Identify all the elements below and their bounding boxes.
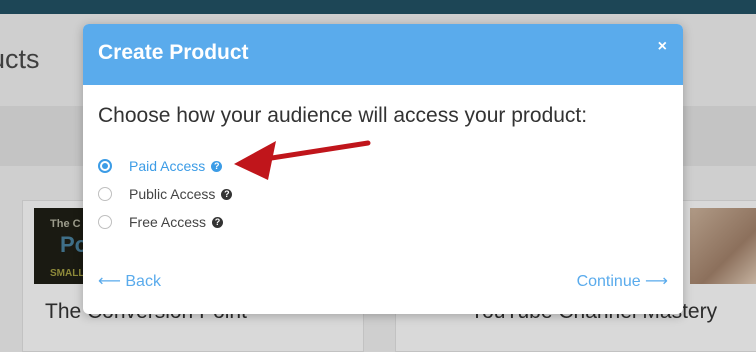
radio-public-access[interactable] <box>98 187 112 201</box>
thumbnail-text: SMALL <box>50 268 85 279</box>
top-nav-bar <box>0 0 756 14</box>
option-paid-access[interactable]: Paid Access ? <box>98 156 223 176</box>
help-icon[interactable]: ? <box>212 216 224 228</box>
modal-header: Create Product × <box>83 24 683 85</box>
radio-paid-access[interactable] <box>98 159 112 173</box>
modal-title: Create Product <box>98 41 249 64</box>
create-product-modal: Create Product × Choose how your audienc… <box>83 24 683 314</box>
help-icon[interactable]: ? <box>221 188 233 200</box>
option-public-access[interactable]: Public Access ? <box>98 184 233 204</box>
option-label[interactable]: Free Access <box>129 214 206 230</box>
continue-button[interactable]: Continue ⟶ <box>577 271 668 291</box>
close-icon[interactable]: × <box>658 38 667 56</box>
option-label[interactable]: Public Access <box>129 186 215 202</box>
option-free-access[interactable]: Free Access ? <box>98 212 224 232</box>
access-prompt: Choose how your audience will access you… <box>98 104 588 127</box>
help-icon[interactable]: ? <box>211 160 223 172</box>
page-heading: ucts <box>0 44 40 74</box>
product-thumbnail-left: The C Po SMALL <box>34 208 86 284</box>
option-label[interactable]: Paid Access <box>129 158 205 174</box>
back-button[interactable]: ⟵ Back <box>98 271 161 291</box>
radio-free-access[interactable] <box>98 215 112 229</box>
product-thumbnail-right <box>690 208 756 284</box>
thumbnail-text: The C <box>50 218 81 230</box>
